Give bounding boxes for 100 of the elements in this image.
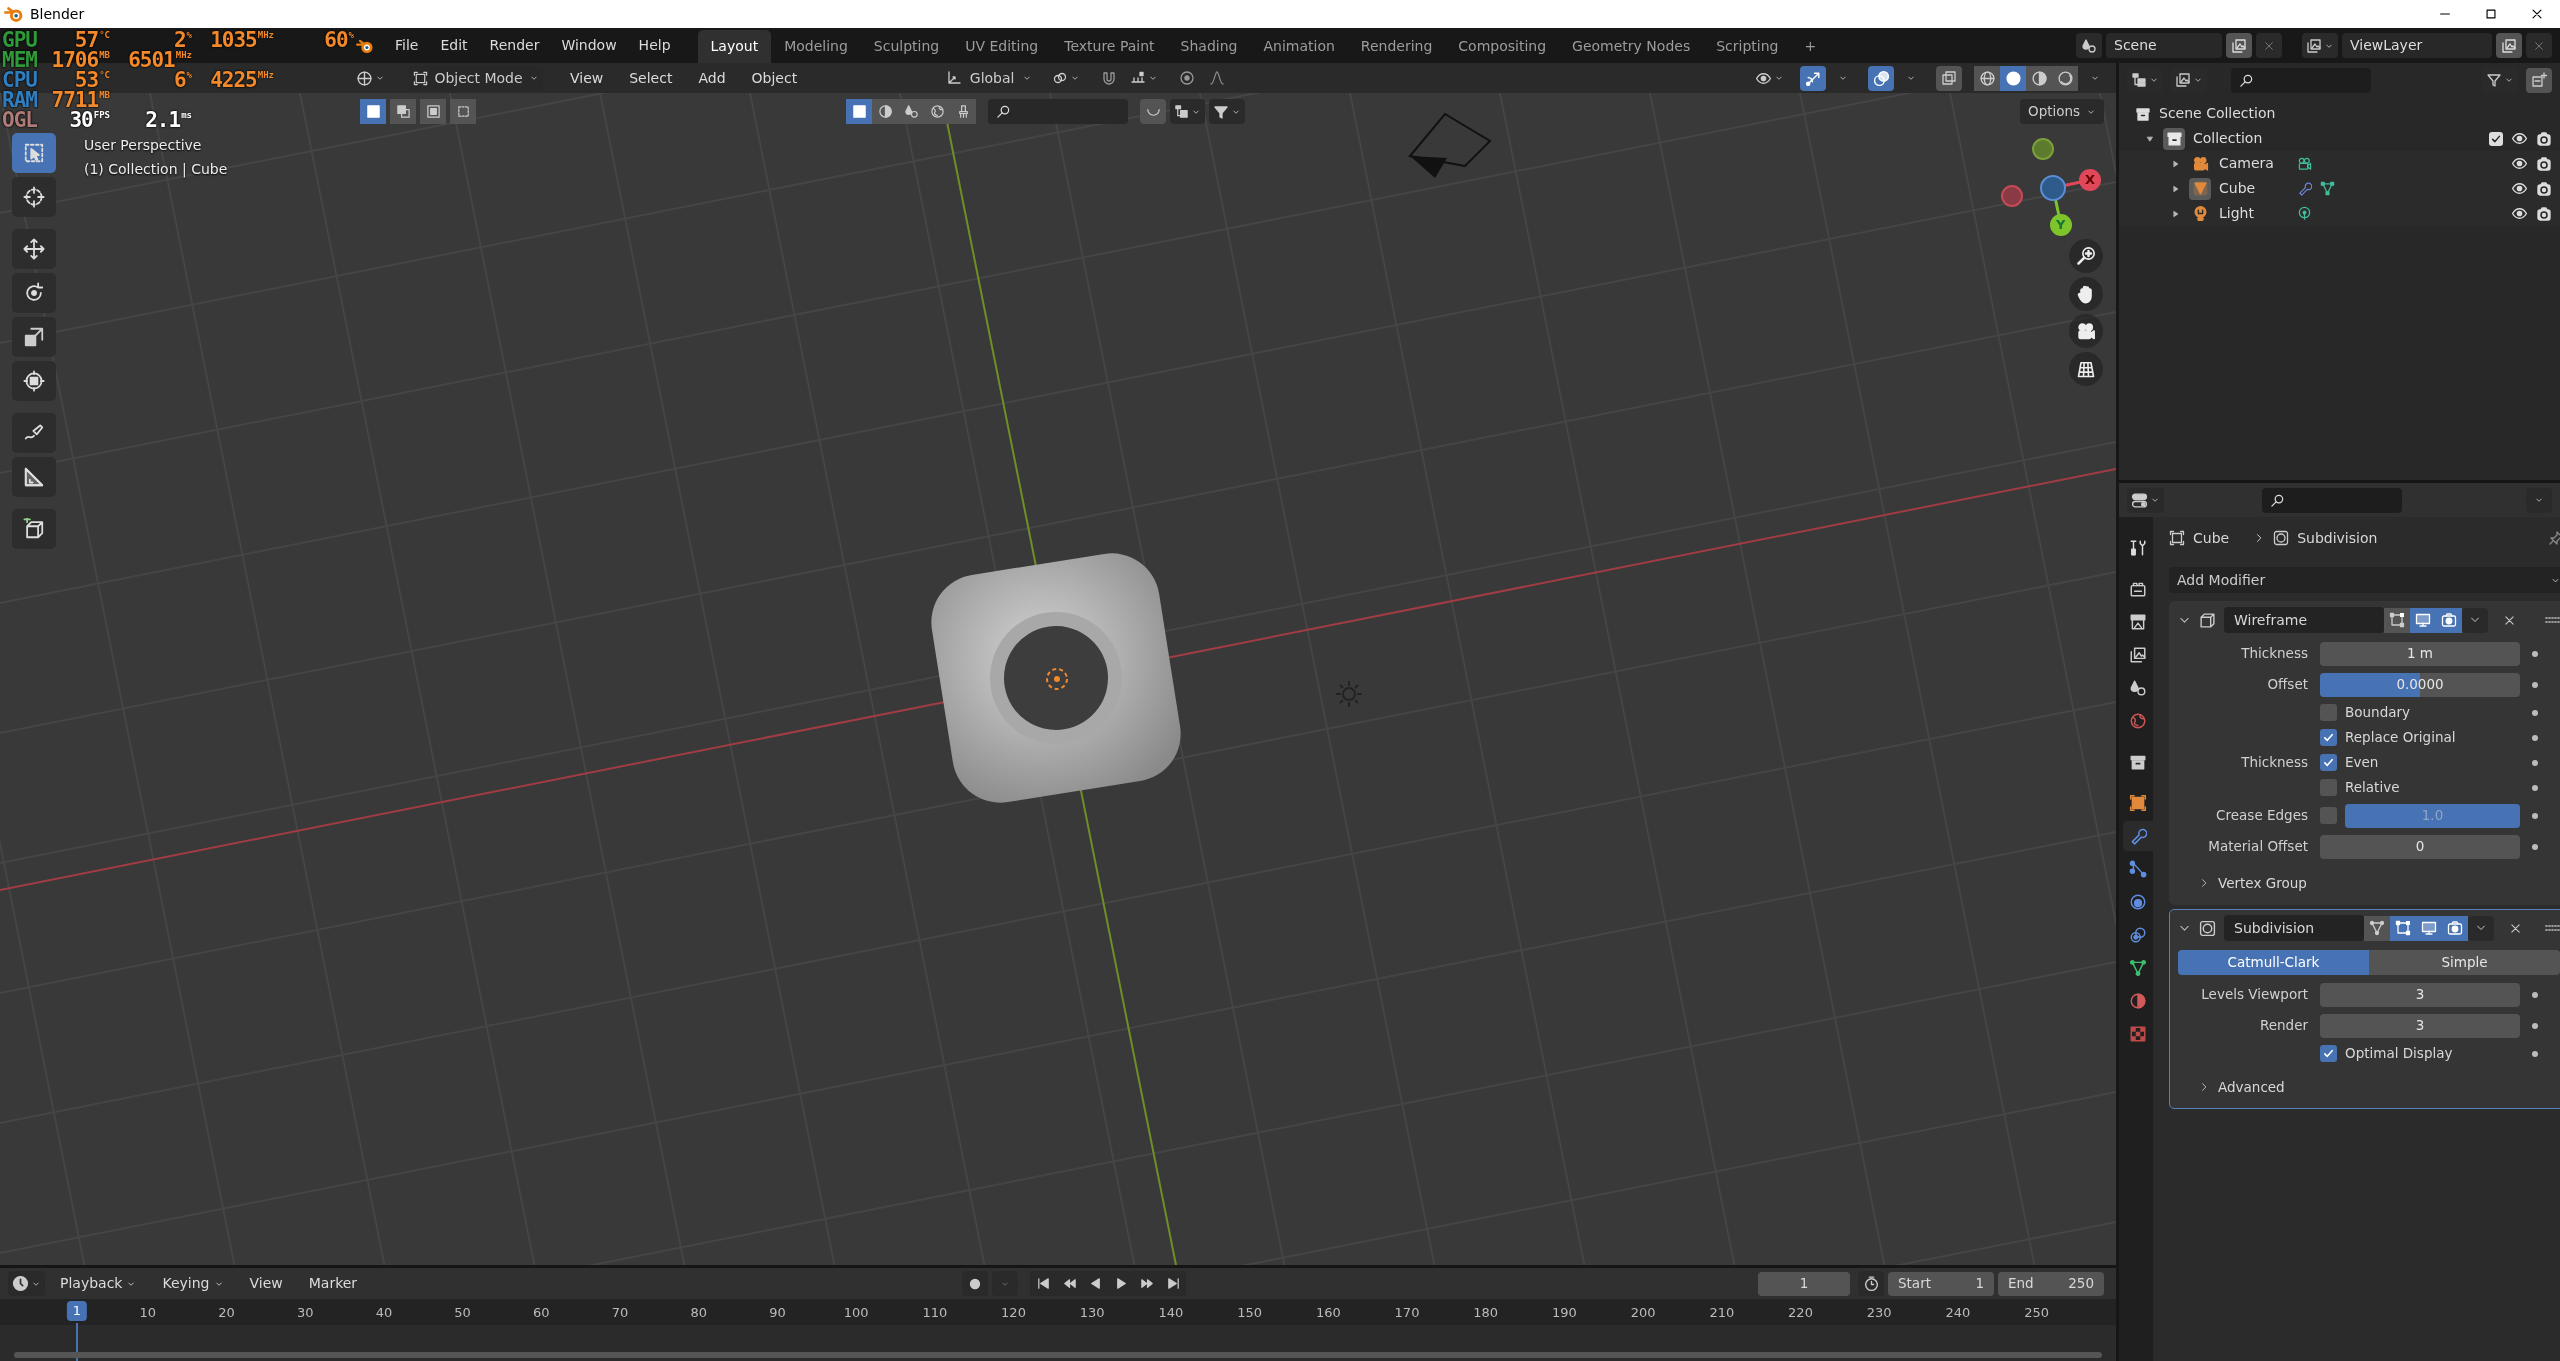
frame-number: 120 (1001, 1304, 1026, 1322)
workspace-tab[interactable]: Modeling (771, 30, 861, 63)
monitor-unit: MHz (257, 30, 274, 40)
frame-field[interactable]: 1 (1758, 1271, 1850, 1296)
workspace-tab[interactable]: Rendering (1347, 30, 1446, 63)
field-label: Material Offset (2207, 837, 2308, 857)
menu-item[interactable]: Window (550, 35, 628, 56)
add-workspace-button[interactable]: + (1791, 30, 1830, 63)
frame-number: 110 (922, 1304, 948, 1322)
monitor-label: GPU (2, 31, 38, 50)
add-modifier-dropdown[interactable]: Add Modifier (2169, 567, 2560, 593)
workspace-tab[interactable]: UV Editing (952, 30, 1052, 63)
monitor-unit: MHz (257, 70, 274, 80)
workspace-tab[interactable]: Animation (1250, 30, 1348, 63)
view-layer-field[interactable]: ViewLayer (2342, 33, 2492, 58)
frame-number: 160 (1315, 1304, 1341, 1322)
monitor-value: 1035 (210, 30, 257, 50)
frame-number: 130 (1079, 1304, 1105, 1322)
workspace-tab[interactable]: Scripting (1703, 30, 1792, 63)
monitor-unit: MB (99, 90, 110, 100)
monitor-value: 60 (324, 30, 348, 50)
field-label: Thickness (2240, 753, 2308, 773)
menu-item[interactable]: Object (740, 67, 809, 89)
monitor-unit: % (348, 30, 354, 40)
checkbox[interactable]: Relative (2320, 777, 2400, 798)
menu-item[interactable]: Keying (151, 1273, 235, 1294)
menu-item[interactable]: Help (627, 35, 682, 56)
modifier-name-field[interactable]: Subdivision (2224, 915, 2364, 941)
monitor-value: 1706 (51, 50, 99, 70)
field-label: Thickness (2240, 644, 2308, 664)
frame-number: 30 (296, 1304, 314, 1322)
frame-number: 50 (454, 1304, 471, 1322)
subpanel-header[interactable]: Vertex Group (2170, 870, 2560, 896)
window-title: Blender (30, 4, 85, 24)
axis-label: X (2085, 171, 2096, 189)
frame-number: 240 (1945, 1304, 1971, 1322)
frame-number: 190 (1552, 1304, 1577, 1322)
monitor-value: 2 (173, 30, 186, 50)
field-label: Crease Edges (2215, 806, 2308, 826)
workspace-tab[interactable]: Sculpting (860, 30, 953, 63)
playhead[interactable]: 1 (66, 1301, 88, 1321)
menu-item[interactable]: Select (618, 67, 684, 89)
number-field[interactable]: 3 (2320, 982, 2520, 1007)
checkbox[interactable]: Boundary (2320, 702, 2410, 723)
menu-item[interactable]: Render (478, 35, 551, 56)
segment-button[interactable]: Catmull-Clark (2178, 950, 2369, 975)
workspace-tab[interactable]: Geometry Nodes (1559, 30, 1704, 63)
menu-item[interactable]: View (238, 1273, 294, 1294)
number-field[interactable]: 3 (2320, 1013, 2520, 1038)
monitor-unit: MHz (175, 50, 192, 60)
checkbox[interactable]: Even (2320, 752, 2379, 773)
checkbox[interactable]: Replace Original (2320, 727, 2456, 748)
monitor-unit: °C (99, 70, 110, 80)
end-frame-field[interactable]: End 250 (1998, 1271, 2104, 1296)
segment-button[interactable]: Simple (2369, 950, 2560, 975)
workspace-tab[interactable]: Layout (697, 30, 772, 63)
monitor-value: 6 (173, 70, 186, 90)
menu-item[interactable]: Playback (49, 1273, 148, 1294)
menu-item[interactable]: Edit (429, 35, 479, 56)
outliner-row[interactable]: Collection (2119, 126, 2560, 151)
view-name: User Perspective (84, 136, 202, 155)
field-label: Offset (2266, 675, 2308, 695)
workspace-tab[interactable]: Texture Paint (1051, 30, 1168, 63)
field-label: Levels Viewport (2200, 985, 2308, 1005)
monitor-value: 53 (74, 70, 99, 90)
monitor-unit: FPS (93, 110, 110, 120)
menu-item[interactable]: View (559, 67, 615, 89)
breadcrumb-item[interactable]: Cube (2193, 527, 2230, 549)
frame-number: 70 (611, 1304, 629, 1322)
field-label: Render (2258, 1016, 2308, 1036)
number-field[interactable]: 0 (2320, 834, 2520, 859)
frame-number: 230 (1866, 1304, 1892, 1322)
frame-number: 210 (1709, 1304, 1735, 1322)
menu-item[interactable]: Add (687, 67, 737, 89)
monitor-unit: °C (99, 30, 110, 40)
outliner-row[interactable]: Scene Collection (2119, 101, 2560, 126)
monitor-unit: ms (181, 110, 192, 120)
monitor-value: 2.1 (145, 110, 181, 130)
frame-number: 40 (375, 1304, 393, 1322)
start-frame-field[interactable]: Start 1 (1888, 1271, 1994, 1296)
context-label: (1) Collection | Cube (84, 160, 228, 180)
breadcrumb-item[interactable]: Subdivision (2297, 527, 2378, 549)
workspace-tab[interactable]: Shading (1167, 30, 1251, 63)
scene-field[interactable]: Scene (2106, 33, 2222, 58)
number-field[interactable]: 1 m (2320, 641, 2520, 666)
frame-number: 10 (139, 1304, 157, 1322)
slider-field[interactable]: 0.0000 (2320, 672, 2520, 697)
checkbox[interactable]: Optimal Display (2320, 1043, 2453, 1064)
menu-item[interactable]: Marker (297, 1273, 369, 1294)
frame-number: 170 (1394, 1304, 1420, 1322)
menu-item[interactable]: File (384, 35, 430, 56)
frame-number: 180 (1473, 1304, 1499, 1322)
subpanel-header[interactable]: Advanced (2170, 1074, 2560, 1100)
options-dropdown[interactable]: Options (2020, 99, 2105, 124)
frame-number: 60 (533, 1304, 550, 1322)
monitor-value: 6501 (128, 50, 175, 70)
workspace-tab[interactable]: Compositing (1445, 30, 1560, 63)
monitor-label: RAM (2, 91, 38, 110)
modifier-name-field[interactable]: Wireframe (2224, 607, 2384, 633)
axis-label: Y (2056, 216, 2066, 234)
